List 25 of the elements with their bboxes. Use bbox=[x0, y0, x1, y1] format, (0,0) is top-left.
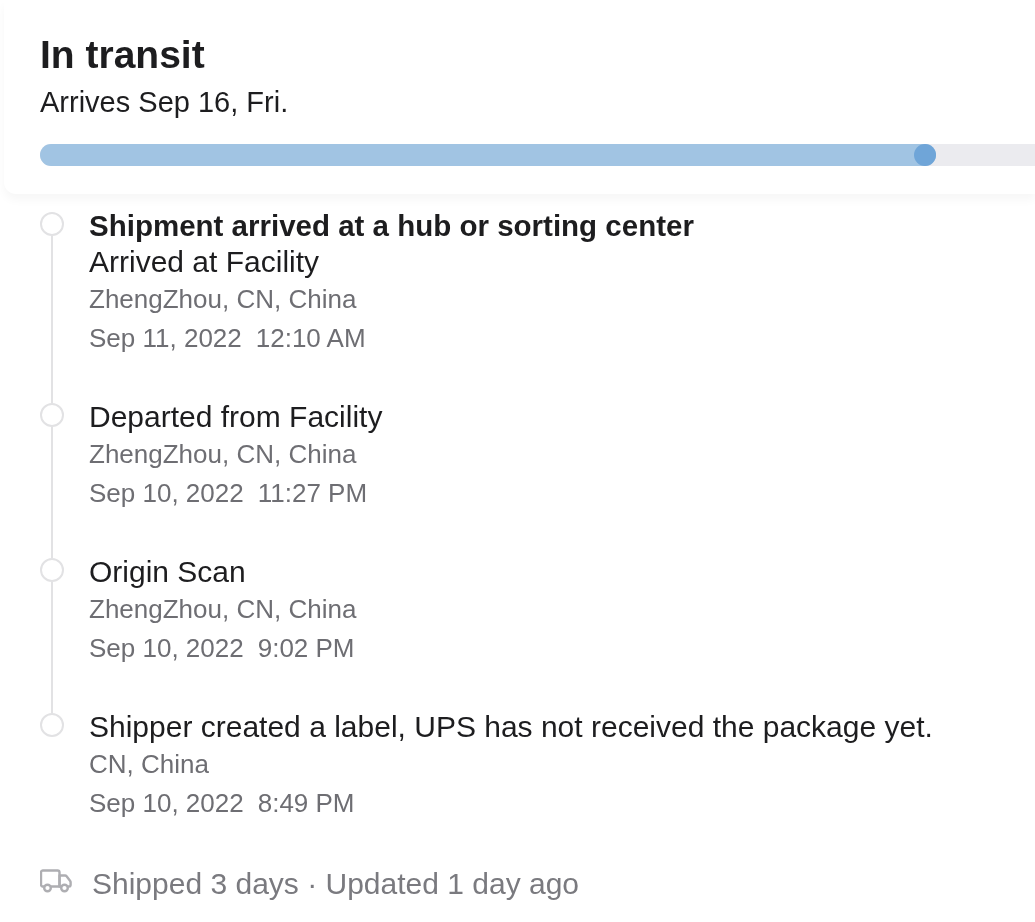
event-location: ZhengZhou, CN, China bbox=[89, 283, 357, 316]
event-status: Departed from Facility bbox=[89, 399, 383, 435]
event-date: Sep 10, 2022 bbox=[89, 477, 244, 510]
event-time: 11:27 PM bbox=[257, 477, 368, 510]
event-time: 9:02 PM bbox=[257, 632, 355, 665]
timeline-dot-icon bbox=[40, 403, 64, 427]
event-status: Arrived at Facility bbox=[89, 244, 320, 280]
timeline-dot-icon bbox=[40, 713, 64, 737]
event-time: 12:10 AM bbox=[255, 322, 366, 355]
event-location: ZhengZhou, CN, China bbox=[89, 438, 357, 471]
event-date: Sep 10, 2022 bbox=[89, 787, 244, 820]
event-date: Sep 11, 2022 bbox=[89, 322, 242, 355]
timeline-dot-icon bbox=[40, 212, 64, 236]
timeline-dot-icon bbox=[40, 558, 64, 582]
event-status: Origin Scan bbox=[89, 554, 246, 590]
arrival-date: Arrives Sep 16, Fri. bbox=[40, 85, 289, 120]
status-title: In transit bbox=[40, 32, 205, 78]
shipping-summary: Shipped 3 days · Updated 1 day ago bbox=[92, 866, 580, 902]
event-location: CN, China bbox=[89, 748, 209, 781]
event-status: Shipper created a label, UPS has not received the package yet. bbox=[89, 709, 933, 745]
event-heading: Shipment arrived at a hub or sorting center bbox=[89, 208, 694, 244]
truck-icon bbox=[40, 869, 72, 893]
event-date: Sep 10, 2022 bbox=[89, 632, 244, 665]
event-location: ZhengZhou, CN, China bbox=[89, 593, 357, 626]
event-time: 8:49 PM bbox=[257, 787, 355, 820]
